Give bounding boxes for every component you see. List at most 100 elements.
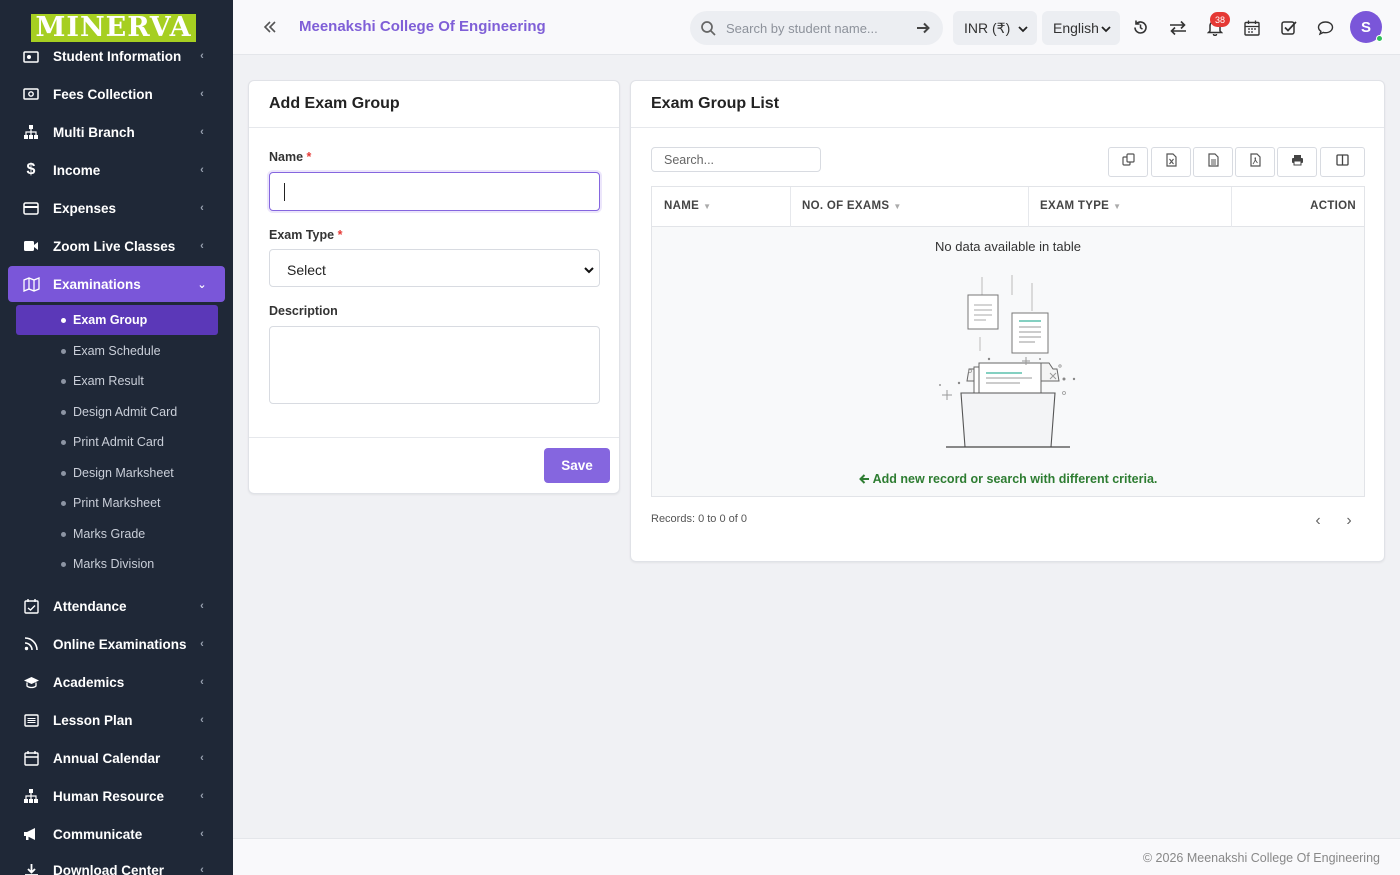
- dollar-icon: $: [26, 161, 36, 178]
- sidebar-item-label: Fees Collection: [53, 86, 153, 102]
- sidebar-item-annual-calendar[interactable]: Annual Calendar ‹: [8, 740, 225, 776]
- list-icon: [22, 711, 40, 729]
- switch-icon[interactable]: [1168, 18, 1187, 37]
- chat-icon[interactable]: [1316, 18, 1335, 37]
- sidebar-item-label: Lesson Plan: [53, 712, 133, 728]
- sidebar-subitem-exam-result[interactable]: Exam Result: [16, 366, 218, 396]
- sidebar-item-lesson-plan[interactable]: Lesson Plan ‹: [8, 702, 225, 738]
- table-body: No data available in table Add new recor…: [652, 227, 1364, 496]
- sidebar-item-multi-branch[interactable]: Multi Branch ‹: [8, 114, 225, 150]
- sidebar-subitem-label: Exam Result: [73, 374, 144, 388]
- exam-type-value: Select: [287, 262, 326, 278]
- prev-page-icon[interactable]: ‹: [1311, 512, 1325, 529]
- column-divider: [790, 187, 791, 227]
- sidebar-item-label: Income: [53, 162, 101, 178]
- sidebar-item-label: Communicate: [53, 826, 143, 842]
- sidebar-item-download-center[interactable]: Download Center ‹: [8, 852, 225, 875]
- sort-icon: ▼: [893, 202, 902, 211]
- sidebar-subitem-print-marksheet[interactable]: Print Marksheet: [16, 488, 218, 518]
- columns-button[interactable]: [1320, 147, 1365, 177]
- history-icon[interactable]: [1131, 18, 1150, 37]
- exam-type-select[interactable]: Select: [269, 249, 600, 287]
- sidebar-item-fees-collection[interactable]: Fees Collection ‹: [8, 76, 225, 112]
- next-page-icon[interactable]: ›: [1342, 512, 1356, 529]
- sidebar-item-zoom-live-classes[interactable]: Zoom Live Classes ‹: [8, 228, 225, 264]
- calendar-icon[interactable]: [1242, 18, 1261, 37]
- rss-icon: [22, 635, 40, 653]
- sidebar-item-human-resource[interactable]: Human Resource ‹: [8, 778, 225, 814]
- add-exam-group-card: Add Exam Group Name * Exam Type * Select…: [248, 80, 620, 494]
- sidebar-subitem-exam-group[interactable]: Exam Group: [16, 305, 218, 335]
- sidebar-item-examinations[interactable]: Examinations ⌄: [8, 266, 225, 302]
- sidebar-item-academics[interactable]: Academics ‹: [8, 664, 225, 700]
- column-header-label: NO. OF EXAMS: [802, 200, 890, 212]
- search-placeholder: Search by student name...: [726, 21, 878, 36]
- bullet-icon: [61, 318, 66, 323]
- app-logo[interactable]: MINERVA: [31, 14, 196, 42]
- sidebar-item-communicate[interactable]: Communicate ‹: [8, 816, 225, 852]
- table-search-input[interactable]: Search...: [651, 147, 821, 172]
- sidebar-subitem-print-admit-card[interactable]: Print Admit Card: [16, 427, 218, 457]
- bullet-icon: [61, 349, 66, 354]
- arrow-right-icon[interactable]: [915, 20, 931, 36]
- download-icon: [22, 861, 40, 875]
- sidebar-subitem-design-marksheet[interactable]: Design Marksheet: [16, 458, 218, 488]
- calendar-icon: [22, 749, 40, 767]
- task-check-icon[interactable]: [1279, 18, 1298, 37]
- sidebar-item-income[interactable]: $ Income ‹: [8, 152, 225, 188]
- sidebar-item-label: Examinations: [53, 276, 141, 292]
- chevron-left-icon: ‹: [200, 714, 204, 726]
- save-button[interactable]: Save: [544, 448, 610, 483]
- chevron-down-icon: [1017, 22, 1029, 34]
- sort-icon: ▼: [1113, 202, 1122, 211]
- bullet-icon: [61, 562, 66, 567]
- column-header-name[interactable]: NAME ▼: [664, 200, 711, 212]
- sidebar-item-student-information[interactable]: Student Information ‹: [8, 38, 225, 74]
- topbar: Meenakshi College Of Engineering Search …: [233, 0, 1400, 55]
- user-avatar[interactable]: S: [1350, 11, 1383, 43]
- sitemap-icon: [22, 123, 40, 141]
- excel-button[interactable]: [1151, 147, 1191, 177]
- sidebar-subitem-marks-division[interactable]: Marks Division: [16, 549, 218, 579]
- column-header-action: ACTION: [1310, 200, 1356, 212]
- columns-icon: [1336, 153, 1349, 171]
- bullet-icon: [61, 379, 66, 384]
- map-icon: [22, 275, 40, 293]
- language-select[interactable]: English: [1042, 11, 1120, 45]
- college-name[interactable]: Meenakshi College Of Engineering: [299, 18, 546, 35]
- name-input[interactable]: [269, 172, 600, 211]
- csv-button[interactable]: [1193, 147, 1233, 177]
- sidebar-subitem-exam-schedule[interactable]: Exam Schedule: [16, 336, 218, 366]
- notification-badge: 38: [1210, 12, 1230, 27]
- sidebar-subitem-label: Print Admit Card: [73, 435, 165, 449]
- copy-button[interactable]: [1108, 147, 1148, 177]
- chevron-left-icon: ‹: [200, 126, 204, 138]
- column-header-no-of-exams[interactable]: NO. OF EXAMS ▼: [802, 200, 902, 212]
- sidebar-subitem-marks-grade[interactable]: Marks Grade: [16, 519, 218, 549]
- chevron-down-icon: ⌄: [197, 278, 207, 291]
- column-divider: [1231, 187, 1232, 227]
- sidebar-item-online-examinations[interactable]: Online Examinations ‹: [8, 626, 225, 662]
- language-value: English: [1053, 20, 1099, 36]
- column-header-exam-type[interactable]: EXAM TYPE ▼: [1040, 200, 1121, 212]
- sidebar-item-expenses[interactable]: Expenses ‹: [8, 190, 225, 226]
- collapse-sidebar-icon[interactable]: [259, 16, 281, 38]
- pdf-button[interactable]: [1235, 147, 1275, 177]
- sidebar-item-label: Annual Calendar: [53, 750, 161, 766]
- exam-group-list-card: Exam Group List Search... NAME ▼ NO. OF E…: [630, 80, 1385, 562]
- footer: © 2026 Meenakshi College Of Engineering: [233, 838, 1400, 875]
- print-button[interactable]: [1277, 147, 1317, 177]
- sitemap-icon: [22, 787, 40, 805]
- sidebar-subitem-design-admit-card[interactable]: Design Admit Card: [16, 397, 218, 427]
- money-icon: [22, 85, 40, 103]
- currency-select[interactable]: INR (₹): [953, 11, 1037, 45]
- card-title: Exam Group List: [651, 95, 780, 112]
- description-textarea[interactable]: [269, 326, 600, 404]
- student-info-icon: [22, 47, 40, 65]
- student-search-input[interactable]: Search by student name...: [690, 11, 943, 45]
- chevron-left-icon: ‹: [200, 164, 204, 176]
- chevron-left-icon: ‹: [200, 790, 204, 802]
- exam-type-label-text: Exam Type: [269, 228, 335, 242]
- card-header: Add Exam Group: [249, 81, 619, 128]
- sidebar-item-attendance[interactable]: Attendance ‹: [8, 588, 225, 624]
